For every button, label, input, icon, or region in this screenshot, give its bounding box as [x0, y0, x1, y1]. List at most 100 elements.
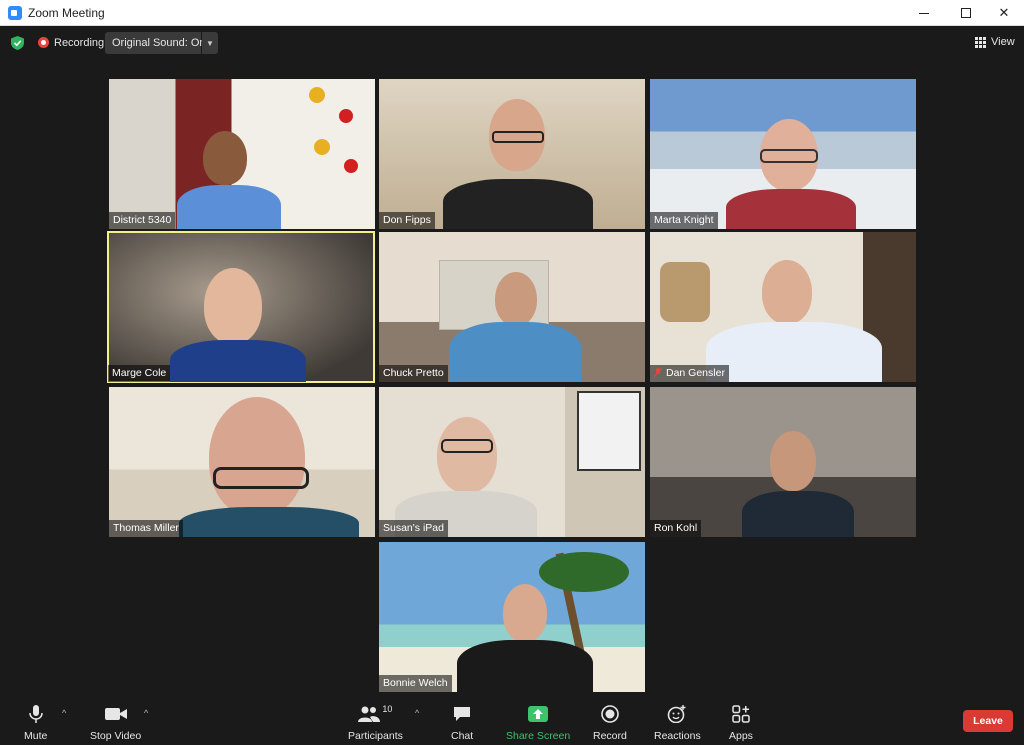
record-button[interactable]: Record	[593, 703, 627, 742]
view-button[interactable]: View	[975, 36, 1015, 48]
video-tile[interactable]: Bonnie Welch	[379, 542, 645, 692]
video-camera-icon	[104, 708, 127, 720]
participant-body	[449, 322, 581, 382]
minimize-button[interactable]	[904, 0, 944, 26]
video-tile[interactable]: Marta Knight	[650, 79, 916, 229]
view-label: View	[991, 36, 1015, 48]
video-tile[interactable]: District 5340	[109, 79, 375, 229]
reactions-icon	[668, 705, 686, 723]
wall-decor	[339, 109, 353, 123]
title-bar: Zoom Meeting ✕	[0, 0, 1024, 26]
glasses	[441, 439, 493, 453]
mute-label: Mute	[24, 730, 48, 742]
participants-button[interactable]: 10 Participants	[348, 703, 403, 742]
participant-body	[457, 640, 593, 692]
glasses	[760, 149, 818, 163]
encryption-shield-icon[interactable]	[11, 36, 24, 50]
close-button[interactable]: ✕	[984, 0, 1024, 26]
participant-head	[437, 417, 497, 493]
video-tile[interactable]: Thomas Miller	[109, 387, 375, 537]
zoom-window: Zoom Meeting ✕ Recording Original Sound:…	[0, 0, 1024, 745]
participant-name: Ron Kohl	[650, 520, 702, 537]
share-screen-icon	[528, 706, 549, 722]
video-tile[interactable]: Chuck Pretto	[379, 232, 645, 382]
participant-name: Dan Gensler	[650, 365, 729, 382]
original-sound-button[interactable]: Original Sound: On	[105, 32, 206, 54]
participant-head	[762, 260, 812, 324]
video-tile-active-speaker[interactable]: Marge Cole	[107, 231, 375, 383]
participant-head	[204, 268, 262, 344]
record-label: Record	[593, 730, 627, 742]
wall-decor	[309, 87, 325, 103]
participant-head	[209, 397, 305, 517]
participant-name-text: Dan Gensler	[666, 367, 725, 379]
chevron-up-icon: ^	[62, 708, 67, 718]
participant-name: Chuck Pretto	[379, 365, 448, 382]
participant-name: Marge Cole	[108, 365, 171, 382]
chat-label: Chat	[451, 730, 474, 742]
participant-name: Bonnie Welch	[379, 675, 452, 692]
share-screen-button[interactable]: Share Screen	[506, 703, 570, 742]
glasses	[492, 131, 544, 143]
participant-body	[742, 491, 854, 537]
minimize-icon	[919, 12, 929, 14]
grid-view-icon	[975, 36, 986, 48]
recording-icon	[38, 37, 49, 48]
participant-name: Don Fipps	[379, 212, 435, 229]
close-icon: ✕	[998, 5, 1010, 20]
original-sound-dropdown[interactable]: ▼	[202, 32, 218, 54]
wall-decor	[314, 139, 330, 155]
apps-button[interactable]: Apps	[729, 703, 753, 742]
participant-name: Thomas Miller	[109, 520, 183, 537]
video-options-caret[interactable]: ^	[144, 708, 148, 718]
participants-options-caret[interactable]: ^	[415, 708, 419, 718]
chevron-up-icon: ^	[415, 708, 420, 718]
participant-body	[726, 189, 856, 229]
participants-icon	[358, 706, 381, 722]
zoom-app-icon	[8, 6, 22, 20]
microphone-icon	[28, 705, 43, 723]
chat-icon	[454, 707, 471, 721]
leave-button[interactable]: Leave	[963, 710, 1013, 732]
video-tile[interactable]: Dan Gensler	[650, 232, 916, 382]
participant-body	[179, 507, 359, 537]
chevron-down-icon: ▼	[206, 38, 214, 48]
participant-head	[503, 584, 547, 642]
share-screen-label: Share Screen	[506, 730, 571, 742]
record-icon	[601, 705, 619, 723]
whiteboard	[577, 391, 641, 471]
participant-body	[443, 179, 593, 229]
chat-button[interactable]: Chat	[451, 703, 473, 742]
muted-mic-icon	[654, 368, 662, 377]
stop-video-button[interactable]: Stop Video	[90, 703, 141, 742]
stop-video-label: Stop Video	[90, 730, 142, 742]
recording-label: Recording	[54, 37, 105, 49]
participant-name: Susan's iPad	[379, 520, 448, 537]
participant-head	[203, 131, 247, 185]
window-title: Zoom Meeting	[28, 6, 105, 20]
wall-decor	[344, 159, 358, 173]
apps-label: Apps	[729, 730, 753, 742]
participant-head	[770, 431, 816, 491]
mute-button[interactable]: Mute	[24, 703, 47, 742]
video-tile[interactable]: Ron Kohl	[650, 387, 916, 537]
audio-options-caret[interactable]: ^	[62, 708, 66, 718]
reactions-label: Reactions	[654, 730, 701, 742]
maximize-button[interactable]	[946, 0, 986, 26]
participant-body	[706, 322, 882, 382]
participant-body	[170, 340, 306, 382]
participant-name: District 5340	[109, 212, 176, 229]
chevron-up-icon: ^	[144, 708, 149, 718]
video-tile[interactable]: Susan's iPad	[379, 387, 645, 537]
apps-icon	[732, 705, 750, 723]
reactions-button[interactable]: Reactions	[654, 703, 701, 742]
chair	[660, 262, 710, 322]
participant-name: Marta Knight	[650, 212, 718, 229]
participant-body	[177, 185, 281, 229]
participants-count: 10	[382, 704, 393, 714]
participant-head	[495, 272, 537, 326]
video-tile[interactable]: Don Fipps	[379, 79, 645, 229]
palm-tree-leaves	[539, 552, 629, 592]
participants-label: Participants	[348, 730, 403, 742]
glasses	[213, 467, 309, 489]
